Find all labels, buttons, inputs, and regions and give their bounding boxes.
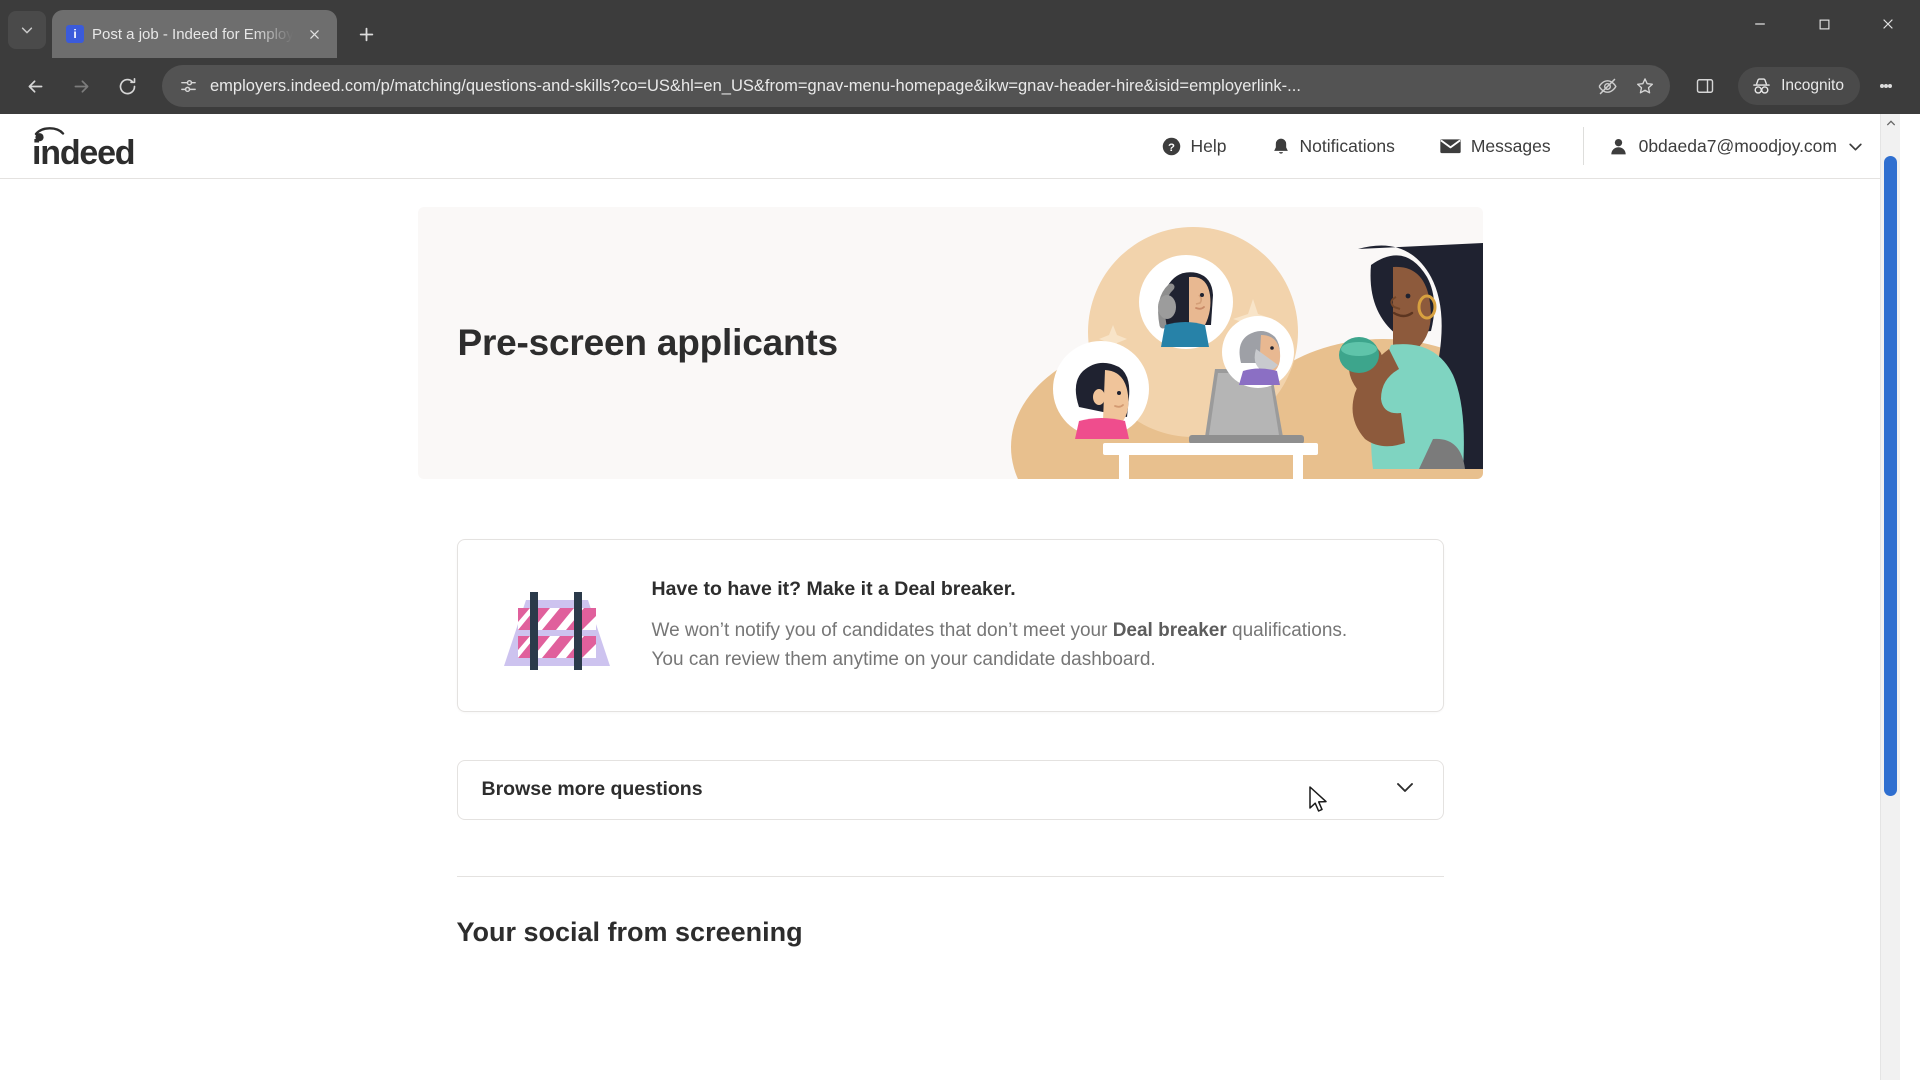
incognito-icon (1753, 77, 1770, 94)
hero-banner: Pre-screen applicants (417, 207, 1483, 479)
deal-breaker-card: Have to have it? Make it a Deal breaker.… (456, 539, 1444, 712)
arrow-left-icon (28, 79, 42, 93)
back-button[interactable] (14, 65, 56, 107)
tracking-protection-icon[interactable] (1590, 69, 1624, 103)
window-minimize-button[interactable] (1728, 0, 1792, 48)
side-panel-button[interactable] (1684, 65, 1726, 107)
card-description-part1: We won’t notify you of candidates that d… (651, 620, 1113, 641)
person-icon (1610, 138, 1626, 154)
window-maximize-button[interactable] (1792, 0, 1856, 48)
url-text: employers.indeed.com/p/matching/question… (210, 76, 1301, 95)
tab-title: Post a job - Indeed for Employers (92, 25, 293, 43)
account-menu[interactable]: 0bdaeda7@moodjoy.com (1594, 136, 1872, 157)
browser-tab[interactable]: i Post a job - Indeed for Employers (52, 10, 337, 58)
maximize-icon (1819, 19, 1829, 29)
tab-favicon: i (66, 25, 84, 43)
close-icon (1883, 19, 1893, 29)
tab-close-button[interactable] (301, 21, 327, 47)
indeed-wordmark-icon: indeed (32, 127, 136, 168)
account-email: 0bdaeda7@moodjoy.com (1638, 135, 1837, 156)
envelope-icon (1440, 139, 1461, 154)
incognito-indicator[interactable]: Incognito (1738, 67, 1860, 105)
card-title: Have to have it? Make it a Deal breaker. (651, 578, 1016, 600)
plus-icon (359, 27, 373, 41)
reload-button[interactable] (106, 65, 148, 107)
browse-more-questions-label: Browse more questions (481, 778, 703, 801)
page-viewport: indeed ? Help Notifications Messages 0bd… (0, 114, 1920, 1080)
nav-label-messages: Messages (1470, 135, 1551, 156)
people-at-laptop-illustration (1010, 227, 1483, 479)
side-panel-icon (1696, 79, 1714, 93)
nav-item-help[interactable]: ? Help (1139, 126, 1249, 166)
card-description: We won’t notify you of candidates that d… (652, 617, 1372, 675)
next-section-heading: Your social from screening (456, 916, 803, 947)
chevron-down-icon (21, 27, 33, 34)
browse-more-questions-accordion[interactable]: Browse more questions (456, 759, 1444, 820)
incognito-label: Incognito (1781, 77, 1844, 94)
minimize-icon (1755, 23, 1765, 25)
close-icon (309, 29, 319, 39)
indeed-page: indeed ? Help Notifications Messages 0bd… (0, 114, 1900, 1080)
new-tab-button[interactable] (347, 15, 385, 53)
section-divider (456, 875, 1444, 877)
site-header-nav: ? Help Notifications Messages 0bdaeda7@m… (1139, 126, 1873, 166)
card-body: Have to have it? Make it a Deal breaker.… (652, 574, 1403, 675)
nav-label-help: Help (1190, 135, 1227, 156)
main-content: Pre-screen applicants Have to have it? M… (0, 207, 1900, 948)
browser-menu-button[interactable] (1866, 66, 1906, 106)
page-scrollbar[interactable] (1880, 114, 1900, 1080)
card-description-emphasis: Deal breaker (1112, 620, 1227, 641)
svg-text:?: ? (1168, 141, 1175, 153)
arrow-right-icon (74, 79, 88, 93)
header-divider (1582, 127, 1584, 165)
scrollbar-thumb[interactable] (1884, 156, 1897, 796)
window-close-button[interactable] (1856, 0, 1920, 48)
browser-toolbar: employers.indeed.com/p/matching/question… (0, 58, 1920, 114)
window-controls (1728, 0, 1920, 48)
bookmark-star-icon[interactable] (1628, 69, 1662, 103)
address-bar[interactable]: employers.indeed.com/p/matching/question… (162, 65, 1671, 107)
indeed-logo[interactable]: indeed (26, 124, 172, 168)
browse-more-questions-toggle[interactable] (1393, 775, 1417, 804)
nav-item-messages[interactable]: Messages (1417, 126, 1573, 166)
omnibox-actions (1590, 69, 1662, 103)
page-title: Pre-screen applicants (457, 322, 839, 363)
help-circle-icon: ? (1162, 137, 1180, 155)
browser-window: i Post a job - Indeed for Employers empl… (0, 0, 1920, 1080)
reload-icon (119, 77, 135, 94)
scroll-up-button[interactable] (1881, 114, 1900, 132)
scroll-up-icon (1886, 120, 1895, 126)
chevron-down-icon (1849, 143, 1862, 151)
tab-strip: i Post a job - Indeed for Employers (0, 0, 1920, 58)
chevron-down-icon (1396, 783, 1413, 793)
forward-button[interactable] (60, 65, 102, 107)
site-settings-icon[interactable] (176, 74, 200, 98)
nav-item-notifications[interactable]: Notifications (1249, 126, 1417, 166)
bell-icon (1273, 138, 1288, 154)
tab-search-button[interactable] (8, 11, 46, 49)
card-icon-wrap (492, 574, 622, 675)
barricade-icon (503, 592, 610, 671)
site-header: indeed ? Help Notifications Messages 0bd… (0, 114, 1900, 179)
nav-label-notifications: Notifications (1299, 135, 1395, 156)
svg-text:indeed: indeed (32, 134, 134, 168)
